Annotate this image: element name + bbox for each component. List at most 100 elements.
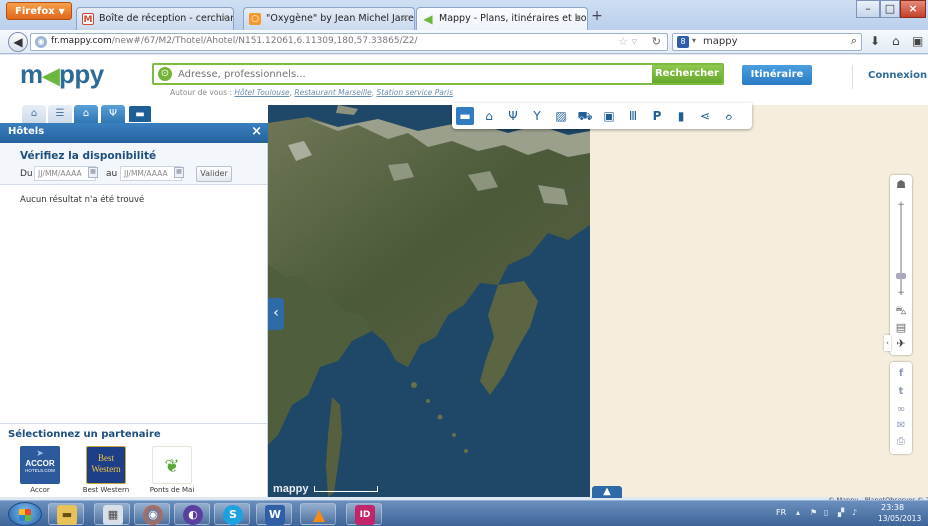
hotel-icon[interactable]: ▬ <box>456 107 474 125</box>
window-close-button[interactable]: × <box>900 0 926 18</box>
calendar-icon[interactable]: ▦ <box>174 167 184 178</box>
tab-label: Boîte de réception - cerchiariopascal... <box>99 13 234 24</box>
twitter-icon[interactable]: t <box>893 384 909 400</box>
checkout-date-input[interactable]: JJ/MM/AAAA <box>120 166 182 181</box>
traffic-icon[interactable]: ▤ <box>893 320 909 336</box>
home-icon[interactable]: ⌂ <box>892 34 900 48</box>
checkin-date-input[interactable]: JJ/MM/AAAA <box>34 166 96 181</box>
reload-icon[interactable]: ↻ <box>652 35 661 48</box>
satellite-map[interactable] <box>268 105 928 497</box>
tab-gmail[interactable]: M Boîte de réception - cerchiariopascal.… <box>76 7 234 30</box>
address-search-input[interactable] <box>178 66 648 82</box>
zoom-slider[interactable] <box>900 205 902 295</box>
taskbar-skype[interactable]: S <box>214 503 250 525</box>
calendar-icon[interactable]: ▦ <box>88 167 98 178</box>
mappy-logo[interactable]: m◀ppy <box>20 59 104 90</box>
clock-time[interactable]: 23:38 <box>881 503 904 512</box>
close-panel-button[interactable]: × <box>251 124 262 139</box>
search-engine-icon[interactable]: 8 <box>677 36 689 48</box>
taskbar-calculator[interactable]: ▦ <box>94 503 130 525</box>
close-icon[interactable]: × <box>401 8 409 29</box>
network-icon[interactable]: ▞ <box>838 508 846 517</box>
share-icon[interactable]: ⋖ <box>696 107 714 125</box>
folder-icon: ▬ <box>57 505 77 525</box>
back-button[interactable]: ◀ <box>8 32 28 52</box>
taskbar-explorer[interactable]: ▬ <box>48 503 84 525</box>
tab-restaurants[interactable]: Ψ <box>101 105 125 123</box>
map-canvas[interactable] <box>268 105 928 497</box>
search-button[interactable]: Rechercher <box>652 65 722 83</box>
link-station-paris[interactable]: Station service Paris <box>376 88 453 97</box>
clock-date[interactable]: 13/05/2013 <box>878 514 921 523</box>
chevron-up-icon[interactable]: ▴ <box>796 508 804 517</box>
minimize-button[interactable]: – <box>856 0 880 18</box>
browser-search-bar[interactable]: 8 ▾ mappy ⌕ <box>672 33 862 51</box>
itinerary-button[interactable]: Itinéraire <box>742 65 812 85</box>
zoom-slider-handle[interactable] <box>896 273 906 279</box>
globe-icon: ◉ <box>35 36 47 48</box>
validate-button[interactable]: Valider <box>196 166 232 182</box>
facebook-icon[interactable]: f <box>893 366 909 382</box>
search-input[interactable]: mappy <box>703 36 737 47</box>
volume-icon[interactable]: ♪ <box>852 508 860 517</box>
museum-icon[interactable]: Ⅲ <box>624 107 642 125</box>
taskbar-media[interactable]: ◐ <box>174 503 210 525</box>
firefox-menu-button[interactable]: Firefox ▼ <box>6 2 72 20</box>
login-link[interactable]: Connexion <box>868 70 927 81</box>
link-restaurant-marseille[interactable]: Restaurant Marseille <box>294 88 371 97</box>
shop-icon[interactable]: ▣ <box>600 107 618 125</box>
start-button[interactable] <box>8 502 42 526</box>
category-tabs: ⌂ ☰ ⌂ Ψ ▬ <box>0 105 268 123</box>
battery-icon[interactable]: ▯ <box>824 508 832 517</box>
house-icon[interactable]: ⌂ <box>480 107 498 125</box>
around-you-label: Autour de vous : <box>170 88 235 97</box>
flag-icon[interactable]: ⚑ <box>810 508 818 517</box>
search-icon[interactable]: ⌕ <box>851 34 857 48</box>
parking-icon[interactable]: P <box>648 107 666 125</box>
link-icon[interactable]: ∞ <box>893 402 909 418</box>
addon-icon[interactable]: ▣ <box>912 34 923 48</box>
partner-best-western[interactable]: Best Western Best Western <box>82 446 130 494</box>
partner-accor[interactable]: ➤ ACCOR HOTELS.COM Accor <box>16 446 64 494</box>
close-icon[interactable]: × <box>574 8 582 29</box>
bookmark-star-icon[interactable]: ☆ ▿ <box>618 35 637 48</box>
taskbar-firefox[interactable]: ◉ <box>134 503 170 525</box>
fuel-icon[interactable]: ▮ <box>672 107 690 125</box>
shopping-icon[interactable]: ⛟ <box>576 107 594 125</box>
partner-ponts-de-mai[interactable]: ❦ Ponts de Mai <box>148 446 196 494</box>
zoom-out-icon[interactable]: − <box>893 285 909 301</box>
cinema-icon[interactable]: ▨ <box>552 107 570 125</box>
tab-hotels[interactable]: ▬ <box>128 105 152 123</box>
partner-section: Sélectionnez un partenaire ➤ ACCOR HOTEL… <box>0 423 267 497</box>
location-pin-icon[interactable]: ⊙ <box>158 67 172 81</box>
link-hotel-toulouse[interactable]: Hôtel Toulouse <box>234 88 289 97</box>
car-icon[interactable]: ⛍ <box>893 303 909 319</box>
tab-mappy[interactable]: ◀ Mappy - Plans, itinéraires et bonnes a… <box>416 7 588 30</box>
expand-up-button[interactable]: ▲ <box>592 486 622 498</box>
pegman-icon[interactable]: ☗ <box>893 177 909 193</box>
side-toggle-button[interactable]: ‹ <box>884 335 891 351</box>
bike-icon[interactable]: ᨔ <box>720 107 738 125</box>
tab-list[interactable]: ☰ <box>48 105 72 123</box>
best-western-logo: Best Western <box>86 446 126 484</box>
url-bar[interactable]: ◉ fr.mappy.com/new#/67/M2/Thotel/Ahotel/… <box>30 33 668 51</box>
language-indicator[interactable]: FR <box>776 508 786 517</box>
satellite-icon[interactable]: ✈ <box>893 336 909 352</box>
taskbar-word[interactable]: W <box>256 503 292 525</box>
collapse-panel-button[interactable]: ‹ <box>268 298 284 330</box>
partner-name: Accor <box>30 486 50 494</box>
tab-home[interactable]: ⌂ <box>22 105 46 123</box>
download-icon[interactable]: ⬇ <box>870 34 880 48</box>
restaurant-icon[interactable]: Ψ <box>504 107 522 125</box>
new-tab-button[interactable]: + <box>589 8 605 26</box>
bar-icon[interactable]: Y <box>528 107 546 125</box>
url-text[interactable]: fr.mappy.com/new#/67/M2/Thotel/Ahotel/N1… <box>51 36 418 46</box>
print-icon[interactable]: ⎙ <box>893 434 909 450</box>
close-icon[interactable]: × <box>220 8 228 29</box>
email-icon[interactable]: ✉ <box>893 418 909 434</box>
tab-oxygene[interactable]: ○ "Oxygène" by Jean Michel Jarre - Prof.… <box>243 7 415 30</box>
taskbar-indesign[interactable]: ID <box>346 503 382 525</box>
maximize-button[interactable]: □ <box>880 0 900 18</box>
tab-places[interactable]: ⌂ <box>74 105 98 123</box>
taskbar-vlc[interactable]: ▲ <box>300 503 336 525</box>
